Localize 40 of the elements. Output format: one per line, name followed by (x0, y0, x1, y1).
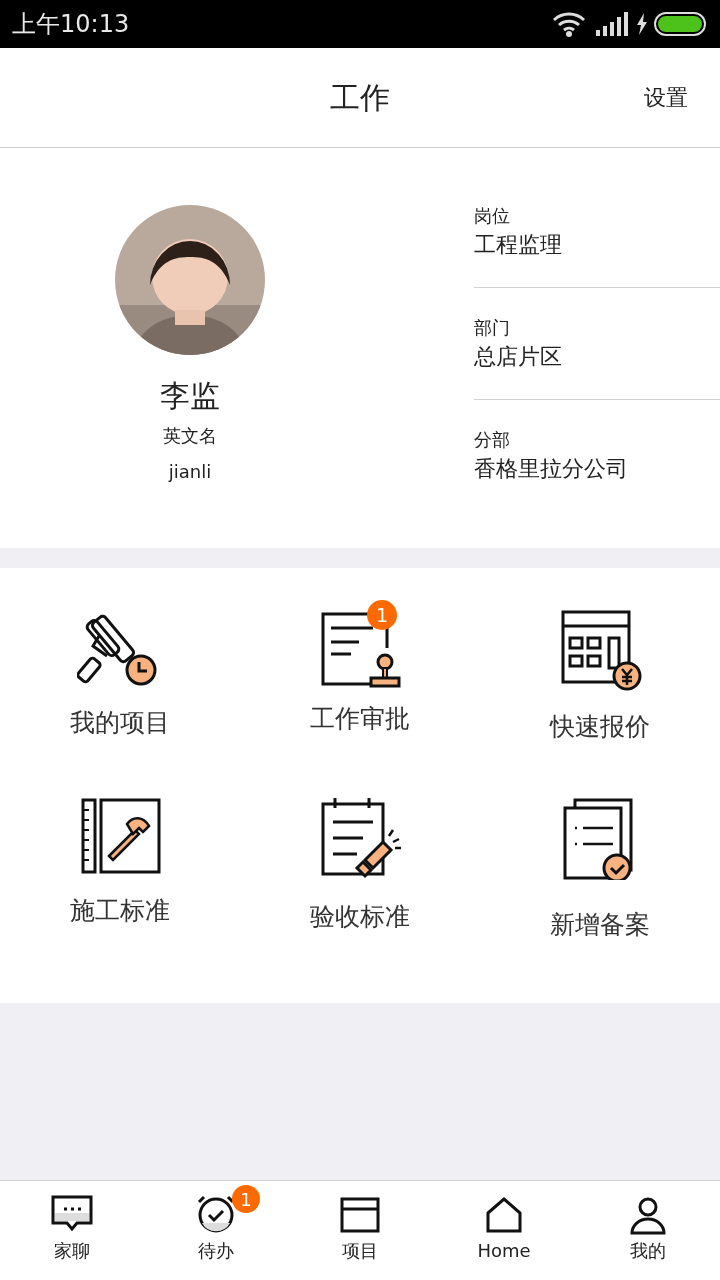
wifi-icon (552, 11, 586, 37)
shortcut-item[interactable]: 新增备案 (480, 785, 720, 942)
field-value: 工程监理 (474, 230, 563, 259)
tab-item[interactable]: 1 待办 (144, 1181, 288, 1280)
tab-label: 待办 (198, 1239, 234, 1263)
shortcut-label: 我的项目 (70, 707, 170, 739)
english-name: jianli (168, 460, 212, 484)
shortcut-item[interactable]: 我的项目 (0, 598, 240, 740)
tab-label: 项目 (342, 1239, 378, 1263)
field-value: 香格里拉分公司 (474, 455, 629, 483)
user-name: 李监 (160, 377, 220, 415)
notification-badge: 1 (232, 1185, 260, 1213)
tab-item[interactable]: 家聊 (0, 1181, 144, 1280)
tab-label: 我的 (630, 1239, 666, 1263)
tab-item[interactable]: 我的 (576, 1181, 720, 1280)
battery-icon (654, 12, 708, 36)
status-time: 上午10:13 (12, 9, 130, 40)
charging-icon (636, 13, 648, 35)
tab-item[interactable]: Home (432, 1181, 576, 1280)
field-label: 分部 (474, 428, 511, 452)
page-title: 工作 (330, 79, 390, 117)
shortcut-label: 工作审批 (310, 703, 410, 735)
field-label: 部门 (474, 315, 511, 340)
field-label: 岗位 (474, 203, 511, 228)
shortcut-item[interactable]: 快速报价 (480, 598, 720, 744)
shortcut-label: 验收标准 (310, 900, 410, 933)
notification-badge: 1 (367, 600, 397, 630)
shortcut-item[interactable]: 验收标准 (240, 785, 480, 934)
shortcut-item[interactable]: 1 工作审批 (240, 598, 480, 736)
settings-button[interactable]: 设置 (644, 81, 688, 114)
tab-label: Home (477, 1239, 531, 1263)
tab-item[interactable]: 项目 (288, 1181, 432, 1280)
shortcut-label: 施工标准 (70, 894, 170, 927)
shortcut-item[interactable]: 施工标准 (0, 785, 240, 928)
field-value: 总店片区 (474, 342, 563, 371)
shortcut-label: 快速报价 (550, 711, 650, 743)
english-name-label: 英文名 (163, 424, 217, 448)
shortcut-label: 新增备案 (550, 908, 650, 941)
tab-label: 家聊 (54, 1239, 90, 1263)
signal-icon (596, 12, 628, 36)
